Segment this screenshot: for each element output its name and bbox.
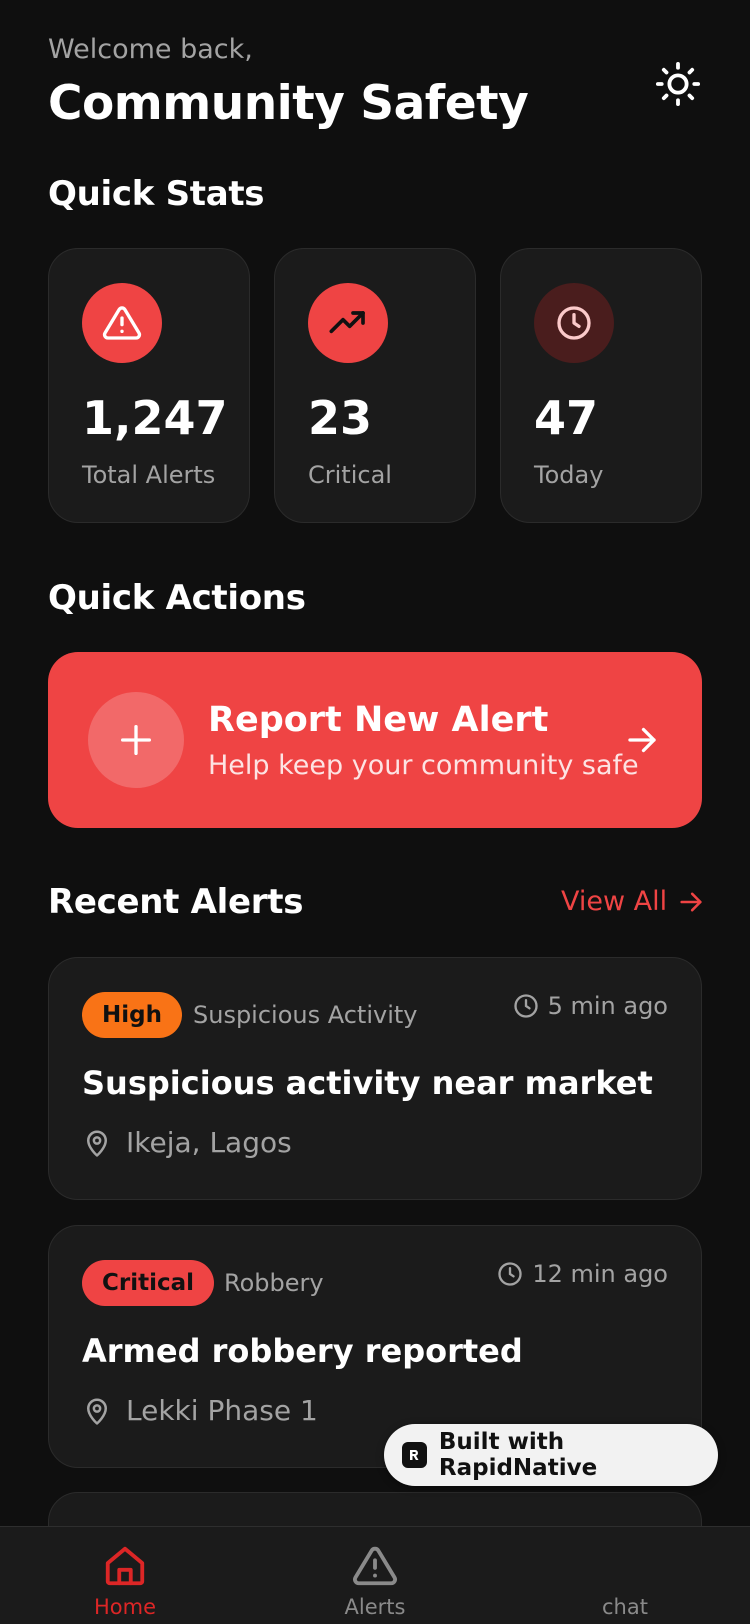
stat-value: 1,247 xyxy=(82,391,228,445)
clock-icon xyxy=(534,283,614,363)
alert-card[interactable]: High Suspicious Activity 5 min ago Suspi… xyxy=(48,957,702,1200)
quick-stats-title: Quick Stats xyxy=(48,174,265,214)
alert-location: Ikeja, Lagos xyxy=(82,1126,292,1159)
tab-chat-label: chat xyxy=(602,1595,648,1619)
report-new-alert-button[interactable]: Report New Alert Help keep your communit… xyxy=(48,652,702,828)
alert-time-text: 12 min ago xyxy=(532,1260,668,1288)
stat-card-today[interactable]: 47 Today xyxy=(500,248,702,523)
arrow-right-icon xyxy=(624,722,660,762)
view-all-label: View All xyxy=(561,886,668,917)
home-icon xyxy=(105,1546,145,1586)
built-with-text: Built with RapidNative xyxy=(438,1429,598,1481)
alert-category: Suspicious Activity xyxy=(193,1001,418,1029)
alert-location: Lekki Phase 1 xyxy=(82,1394,318,1427)
stat-label: Today xyxy=(534,461,604,489)
map-pin-icon xyxy=(87,1130,107,1157)
clock-icon xyxy=(513,994,538,1018)
severity-badge: Critical xyxy=(82,1260,215,1306)
view-all-link[interactable]: View All xyxy=(561,886,705,917)
report-subtitle: Help keep your community safe xyxy=(208,750,639,781)
welcome-text: Welcome back, xyxy=(48,34,253,65)
alert-category: Robbery xyxy=(224,1269,324,1297)
sun-icon xyxy=(655,61,701,107)
stat-label: Critical xyxy=(308,461,392,489)
stat-card-total-alerts[interactable]: 1,247 Total Alerts xyxy=(48,248,250,523)
alert-time-text: 5 min ago xyxy=(547,992,668,1020)
alert-triangle-icon xyxy=(82,283,162,363)
stat-value: 47 xyxy=(534,391,599,445)
theme-toggle-button[interactable] xyxy=(652,58,704,110)
page-title: Community Safety xyxy=(48,76,529,131)
trending-up-icon xyxy=(308,283,388,363)
alert-triangle-icon xyxy=(353,1546,397,1586)
alert-title: Armed robbery reported xyxy=(82,1332,523,1370)
plus-icon xyxy=(88,692,184,788)
tab-home[interactable]: Home xyxy=(50,1527,200,1624)
tab-alerts-label: Alerts xyxy=(344,1595,406,1619)
arrow-right-icon xyxy=(680,892,702,911)
clock-icon xyxy=(498,1262,522,1286)
tab-home-label: Home xyxy=(93,1595,156,1619)
alert-time: 12 min ago xyxy=(496,1260,668,1288)
alert-location-text: Ikeja, Lagos xyxy=(126,1126,292,1159)
recent-alerts-title: Recent Alerts xyxy=(48,882,304,922)
alert-location-text: Lekki Phase 1 xyxy=(126,1394,318,1427)
stat-label: Total Alerts xyxy=(82,461,216,489)
severity-badge: High xyxy=(82,992,182,1038)
rapidnative-logo-icon xyxy=(402,1442,427,1468)
alert-time: 5 min ago xyxy=(512,992,668,1020)
stat-card-critical[interactable]: 23 Critical xyxy=(274,248,476,523)
map-pin-icon xyxy=(87,1398,107,1425)
tab-chat[interactable]: chat xyxy=(550,1527,700,1624)
tab-alerts[interactable]: Alerts xyxy=(300,1527,450,1624)
stat-value: 23 xyxy=(308,391,373,445)
bottom-tab-bar: Home Alerts chat xyxy=(0,1526,750,1624)
report-title: Report New Alert xyxy=(208,700,549,740)
alert-title: Suspicious activity near market xyxy=(82,1064,653,1102)
built-with-badge[interactable]: Built with RapidNative xyxy=(384,1424,718,1486)
quick-actions-title: Quick Actions xyxy=(48,578,306,618)
